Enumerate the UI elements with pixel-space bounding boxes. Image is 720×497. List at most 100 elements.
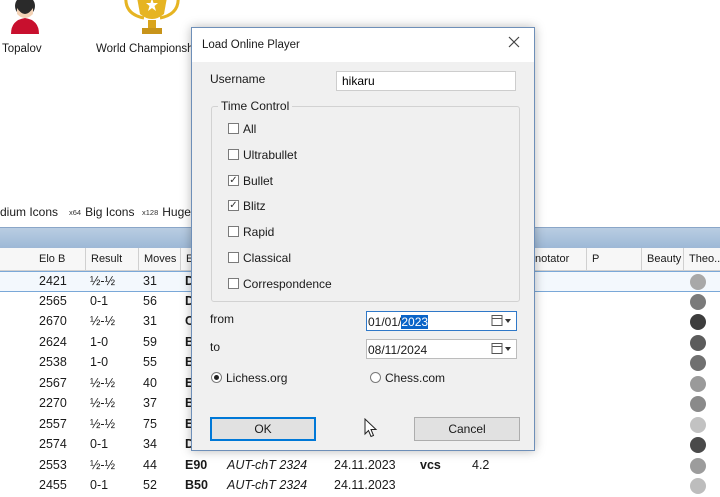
cell-date: 24.11.2023: [334, 478, 396, 492]
cell-elo-b: 2421: [39, 274, 67, 288]
cell-date: 24.11.2023: [334, 457, 396, 472]
from-label: from: [210, 312, 234, 326]
cell-eco: E90: [185, 457, 208, 472]
theory-indicator-dot: [690, 478, 706, 494]
cell-elo-b: 2624: [39, 334, 67, 349]
checkbox-unchecked-icon: [228, 277, 239, 289]
column-header-beauty[interactable]: Beauty: [642, 248, 684, 270]
cell-moves: 52: [143, 478, 157, 492]
theory-indicator-dot: [690, 355, 706, 371]
theory-indicator-dot: [690, 416, 706, 433]
theory-indicator-dot: [690, 274, 706, 290]
cell-event: AUT-chT 2324: [227, 478, 308, 492]
checkbox-label: Classical: [243, 251, 292, 265]
dialog-titlebar[interactable]: Load Online Player: [192, 28, 534, 62]
calendar-dropdown-icon[interactable]: [491, 342, 513, 356]
theory-indicator-dot: [690, 334, 706, 351]
cell-elo-b: 2553: [39, 457, 67, 472]
load-online-player-dialog: Load Online Player Username Time Control…: [191, 27, 535, 451]
username-input[interactable]: [336, 71, 516, 91]
ok-button[interactable]: OK: [210, 417, 316, 441]
size-multiplier: x128: [142, 208, 159, 218]
dialog-title: Load Online Player: [202, 39, 300, 51]
cell-elo-b: 2574: [39, 437, 67, 451]
cell-event: AUT-chT 2324: [227, 457, 308, 472]
from-date-selected-year: 2023: [401, 315, 429, 329]
mouse-cursor-icon: [364, 418, 378, 438]
size-option-big[interactable]: x64 Big Icons: [69, 205, 134, 219]
time-control-legend: Time Control: [218, 99, 293, 113]
column-header-p[interactable]: P: [587, 248, 642, 270]
cell-result: 0-1: [90, 293, 109, 308]
radio-selected-dot: [214, 375, 219, 380]
cell-elo-b: 2565: [39, 293, 67, 308]
radio-indicator: [211, 372, 222, 383]
close-icon: [508, 36, 520, 48]
cell-moves: 40: [143, 375, 157, 390]
cell-result: 1-0: [90, 334, 109, 349]
checkbox-label: Rapid: [243, 225, 275, 240]
cell-result: ½-½: [90, 375, 116, 390]
cell-result: ½-½: [90, 416, 116, 431]
cell-elo-b: 2455: [39, 478, 67, 492]
event-tile-label: World Championsh: [96, 43, 194, 55]
theory-indicator-dot: [690, 375, 706, 392]
radio-indicator: [370, 372, 381, 383]
column-header-annotator[interactable]: notator: [533, 248, 587, 270]
checkbox-label: All: [243, 122, 257, 136]
cell-elo-b: 2538: [39, 355, 67, 369]
cell-moves: 34: [143, 437, 157, 451]
checkbox-label: Bullet: [243, 173, 274, 188]
cell-moves: 44: [143, 457, 157, 472]
table-row[interactable]: 2553 ½-½ 44 E90 AUT-chT 2324 24.11.2023 vcs 4.2: [0, 456, 720, 477]
size-option-huge[interactable]: x128 Huge: [142, 205, 191, 219]
cell-elo-b: 2670: [39, 314, 67, 328]
cell-result: 1-0: [90, 355, 109, 369]
column-header-result[interactable]: Result: [86, 248, 139, 270]
trophy-icon: [124, 0, 180, 34]
cell-moves: 31: [143, 274, 157, 288]
cell-moves: 37: [143, 396, 157, 410]
table-row[interactable]: 2455 0-1 52 B50 AUT-chT 2324 24.11.2023: [0, 476, 720, 497]
cell-result: ½-½: [90, 396, 116, 410]
theory-indicator-dot: [690, 293, 706, 310]
theory-indicator-dot: [690, 314, 706, 330]
cell-result: ½-½: [90, 457, 116, 472]
cell-result: 0-1: [90, 437, 109, 451]
cell-moves: 55: [143, 355, 157, 369]
from-date-picker[interactable]: 01/01/2023: [366, 311, 517, 331]
column-header-theory[interactable]: Theo...: [684, 248, 720, 270]
checkbox-label: Correspondence: [243, 276, 332, 291]
cell-extra: 4.2: [472, 457, 490, 472]
cell-annotator: vcs: [420, 457, 441, 472]
column-header-moves[interactable]: Moves: [139, 248, 181, 270]
source-label: Chess.com: [385, 371, 446, 385]
theory-indicator-dot: [690, 396, 706, 412]
column-header-elo-b[interactable]: Elo B: [34, 248, 86, 270]
size-option-medium[interactable]: dium Icons: [0, 205, 58, 219]
theory-indicator-dot: [690, 437, 706, 453]
size-option-label: Huge: [162, 205, 191, 219]
calendar-dropdown-icon[interactable]: [491, 314, 513, 328]
close-button[interactable]: [500, 30, 528, 54]
player-tile-topalov[interactable]: Topalov: [0, 0, 50, 60]
checkbox-checked-icon: ✓: [228, 174, 239, 186]
to-date-value: 08/11/2024: [368, 343, 428, 357]
checkbox-label: Ultrabullet: [243, 147, 298, 162]
to-label: to: [210, 340, 221, 354]
cell-moves: 75: [143, 416, 157, 431]
checkbox-unchecked-icon: [228, 123, 239, 134]
size-option-label: dium Icons: [0, 205, 59, 219]
username-label: Username: [210, 72, 266, 86]
cell-elo-b: 2557: [39, 416, 67, 431]
checkbox-unchecked-icon: [228, 226, 239, 238]
cell-result: ½-½: [90, 314, 116, 328]
cancel-button[interactable]: Cancel: [414, 417, 520, 441]
size-option-label: Big Icons: [85, 205, 135, 219]
cell-moves: 59: [143, 334, 157, 349]
to-date-picker[interactable]: 08/11/2024: [366, 339, 517, 359]
source-label: Lichess.org: [226, 371, 288, 385]
cell-eco: B50: [185, 478, 208, 492]
from-date-value: 01/01/2023: [368, 315, 429, 329]
size-multiplier: x64: [69, 208, 82, 218]
